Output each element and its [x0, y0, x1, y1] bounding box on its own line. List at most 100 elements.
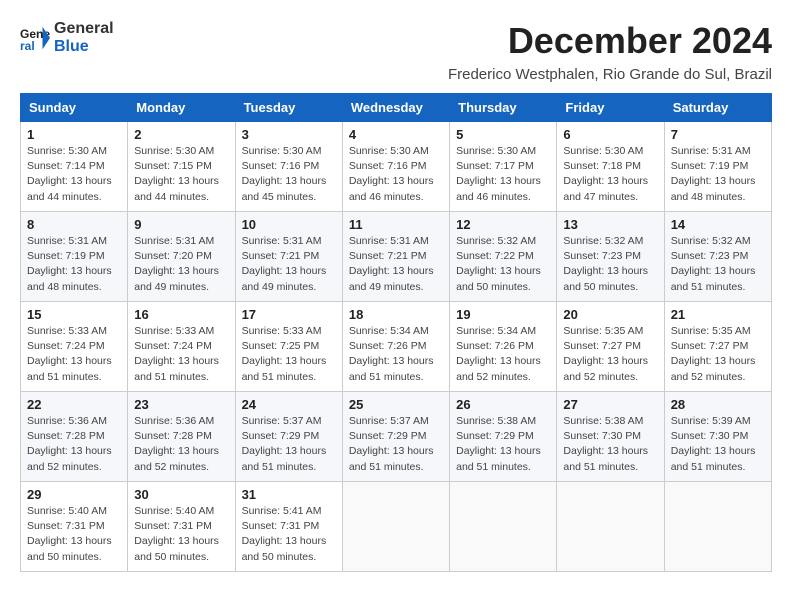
- day-cell-15: 15 Sunrise: 5:33 AM Sunset: 7:24 PM Dayli…: [21, 302, 128, 392]
- day-info: Sunrise: 5:41 AM Sunset: 7:31 PM Dayligh…: [242, 504, 336, 565]
- day-number: 23: [134, 397, 228, 412]
- day-cell-3: 3 Sunrise: 5:30 AM Sunset: 7:16 PM Daylig…: [235, 122, 342, 212]
- day-number: 31: [242, 487, 336, 502]
- day-cell-12: 12 Sunrise: 5:32 AM Sunset: 7:22 PM Dayli…: [450, 212, 557, 302]
- day-info: Sunrise: 5:35 AM Sunset: 7:27 PM Dayligh…: [563, 324, 657, 385]
- day-number: 20: [563, 307, 657, 322]
- day-cell-26: 26 Sunrise: 5:38 AM Sunset: 7:29 PM Dayli…: [450, 392, 557, 482]
- day-info: Sunrise: 5:30 AM Sunset: 7:16 PM Dayligh…: [242, 144, 336, 205]
- day-info: Sunrise: 5:30 AM Sunset: 7:16 PM Dayligh…: [349, 144, 443, 205]
- day-number: 16: [134, 307, 228, 322]
- day-cell-18: 18 Sunrise: 5:34 AM Sunset: 7:26 PM Dayli…: [342, 302, 449, 392]
- day-cell-4: 4 Sunrise: 5:30 AM Sunset: 7:16 PM Daylig…: [342, 122, 449, 212]
- col-header-wednesday: Wednesday: [342, 94, 449, 122]
- day-number: 11: [349, 217, 443, 232]
- day-number: 24: [242, 397, 336, 412]
- day-number: 22: [27, 397, 121, 412]
- day-number: 2: [134, 127, 228, 142]
- empty-cell: [342, 482, 449, 572]
- svg-text:ral: ral: [20, 39, 35, 53]
- day-number: 25: [349, 397, 443, 412]
- day-info: Sunrise: 5:35 AM Sunset: 7:27 PM Dayligh…: [671, 324, 765, 385]
- col-header-tuesday: Tuesday: [235, 94, 342, 122]
- day-info: Sunrise: 5:38 AM Sunset: 7:29 PM Dayligh…: [456, 414, 550, 475]
- logo-icon: Gene ral: [20, 23, 50, 53]
- day-info: Sunrise: 5:31 AM Sunset: 7:19 PM Dayligh…: [27, 234, 121, 295]
- day-cell-11: 11 Sunrise: 5:31 AM Sunset: 7:21 PM Dayli…: [342, 212, 449, 302]
- subtitle: Frederico Westphalen, Rio Grande do Sul,…: [20, 66, 772, 83]
- day-cell-28: 28 Sunrise: 5:39 AM Sunset: 7:30 PM Dayli…: [664, 392, 771, 482]
- day-cell-8: 8 Sunrise: 5:31 AM Sunset: 7:19 PM Daylig…: [21, 212, 128, 302]
- day-cell-13: 13Sunrise: 5:32 AM Sunset: 7:23 PM Dayli…: [557, 212, 664, 302]
- day-info: Sunrise: 5:31 AM Sunset: 7:19 PM Dayligh…: [671, 144, 765, 205]
- day-number: 10: [242, 217, 336, 232]
- day-info: Sunrise: 5:39 AM Sunset: 7:30 PM Dayligh…: [671, 414, 765, 475]
- day-number: 7: [671, 127, 765, 142]
- day-cell-25: 25Sunrise: 5:37 AM Sunset: 7:29 PM Dayli…: [342, 392, 449, 482]
- day-info: Sunrise: 5:30 AM Sunset: 7:14 PM Dayligh…: [27, 144, 121, 205]
- day-number: 18: [349, 307, 443, 322]
- col-header-saturday: Saturday: [664, 94, 771, 122]
- day-cell-6: 6 Sunrise: 5:30 AM Sunset: 7:18 PM Daylig…: [557, 122, 664, 212]
- day-info: Sunrise: 5:30 AM Sunset: 7:15 PM Dayligh…: [134, 144, 228, 205]
- day-info: Sunrise: 5:32 AM Sunset: 7:22 PM Dayligh…: [456, 234, 550, 295]
- week-row-3: 15 Sunrise: 5:33 AM Sunset: 7:24 PM Dayli…: [21, 302, 772, 392]
- day-info: Sunrise: 5:30 AM Sunset: 7:18 PM Dayligh…: [563, 144, 657, 205]
- day-cell-30: 30 Sunrise: 5:40 AM Sunset: 7:31 PM Dayli…: [128, 482, 235, 572]
- day-number: 17: [242, 307, 336, 322]
- day-info: Sunrise: 5:31 AM Sunset: 7:21 PM Dayligh…: [242, 234, 336, 295]
- calendar-header-row: SundayMondayTuesdayWednesdayThursdayFrid…: [21, 94, 772, 122]
- day-number: 26: [456, 397, 550, 412]
- day-cell-24: 24 Sunrise: 5:37 AM Sunset: 7:29 PM Dayli…: [235, 392, 342, 482]
- col-header-monday: Monday: [128, 94, 235, 122]
- day-cell-16: 16 Sunrise: 5:33 AM Sunset: 7:24 PM Dayli…: [128, 302, 235, 392]
- day-cell-7: 7 Sunrise: 5:31 AM Sunset: 7:19 PM Daylig…: [664, 122, 771, 212]
- day-number: 12: [456, 217, 550, 232]
- day-number: 28: [671, 397, 765, 412]
- day-number: 6: [563, 127, 657, 142]
- empty-cell: [557, 482, 664, 572]
- day-number: 29: [27, 487, 121, 502]
- page-title: December 2024: [508, 20, 772, 62]
- day-cell-21: 21 Sunrise: 5:35 AM Sunset: 7:27 PM Dayli…: [664, 302, 771, 392]
- day-cell-5: 5Sunrise: 5:30 AM Sunset: 7:17 PM Daylig…: [450, 122, 557, 212]
- day-number: 1: [27, 127, 121, 142]
- col-header-thursday: Thursday: [450, 94, 557, 122]
- day-cell-14: 14Sunrise: 5:32 AM Sunset: 7:23 PM Dayli…: [664, 212, 771, 302]
- day-cell-2: 2 Sunrise: 5:30 AM Sunset: 7:15 PM Daylig…: [128, 122, 235, 212]
- day-info: Sunrise: 5:40 AM Sunset: 7:31 PM Dayligh…: [27, 504, 121, 565]
- day-info: Sunrise: 5:36 AM Sunset: 7:28 PM Dayligh…: [27, 414, 121, 475]
- day-number: 9: [134, 217, 228, 232]
- day-info: Sunrise: 5:30 AM Sunset: 7:17 PM Dayligh…: [456, 144, 550, 205]
- day-info: Sunrise: 5:31 AM Sunset: 7:21 PM Dayligh…: [349, 234, 443, 295]
- day-cell-19: 19 Sunrise: 5:34 AM Sunset: 7:26 PM Dayli…: [450, 302, 557, 392]
- day-number: 21: [671, 307, 765, 322]
- week-row-4: 22 Sunrise: 5:36 AM Sunset: 7:28 PM Dayli…: [21, 392, 772, 482]
- week-row-5: 29 Sunrise: 5:40 AM Sunset: 7:31 PM Dayli…: [21, 482, 772, 572]
- day-info: Sunrise: 5:38 AM Sunset: 7:30 PM Dayligh…: [563, 414, 657, 475]
- day-cell-22: 22 Sunrise: 5:36 AM Sunset: 7:28 PM Dayli…: [21, 392, 128, 482]
- col-header-sunday: Sunday: [21, 94, 128, 122]
- day-number: 19: [456, 307, 550, 322]
- day-cell-9: 9Sunrise: 5:31 AM Sunset: 7:20 PM Daylig…: [128, 212, 235, 302]
- day-info: Sunrise: 5:40 AM Sunset: 7:31 PM Dayligh…: [134, 504, 228, 565]
- empty-cell: [664, 482, 771, 572]
- day-cell-23: 23 Sunrise: 5:36 AM Sunset: 7:28 PM Dayli…: [128, 392, 235, 482]
- day-number: 27: [563, 397, 657, 412]
- day-info: Sunrise: 5:37 AM Sunset: 7:29 PM Dayligh…: [242, 414, 336, 475]
- day-number: 15: [27, 307, 121, 322]
- day-info: Sunrise: 5:33 AM Sunset: 7:24 PM Dayligh…: [27, 324, 121, 385]
- day-cell-10: 10 Sunrise: 5:31 AM Sunset: 7:21 PM Dayli…: [235, 212, 342, 302]
- day-info: Sunrise: 5:33 AM Sunset: 7:24 PM Dayligh…: [134, 324, 228, 385]
- day-cell-31: 31 Sunrise: 5:41 AM Sunset: 7:31 PM Dayli…: [235, 482, 342, 572]
- day-number: 8: [27, 217, 121, 232]
- day-number: 30: [134, 487, 228, 502]
- day-number: 3: [242, 127, 336, 142]
- day-info: Sunrise: 5:36 AM Sunset: 7:28 PM Dayligh…: [134, 414, 228, 475]
- col-header-friday: Friday: [557, 94, 664, 122]
- day-number: 4: [349, 127, 443, 142]
- day-info: Sunrise: 5:34 AM Sunset: 7:26 PM Dayligh…: [456, 324, 550, 385]
- week-row-2: 8 Sunrise: 5:31 AM Sunset: 7:19 PM Daylig…: [21, 212, 772, 302]
- day-cell-1: 1 Sunrise: 5:30 AM Sunset: 7:14 PM Daylig…: [21, 122, 128, 212]
- day-info: Sunrise: 5:34 AM Sunset: 7:26 PM Dayligh…: [349, 324, 443, 385]
